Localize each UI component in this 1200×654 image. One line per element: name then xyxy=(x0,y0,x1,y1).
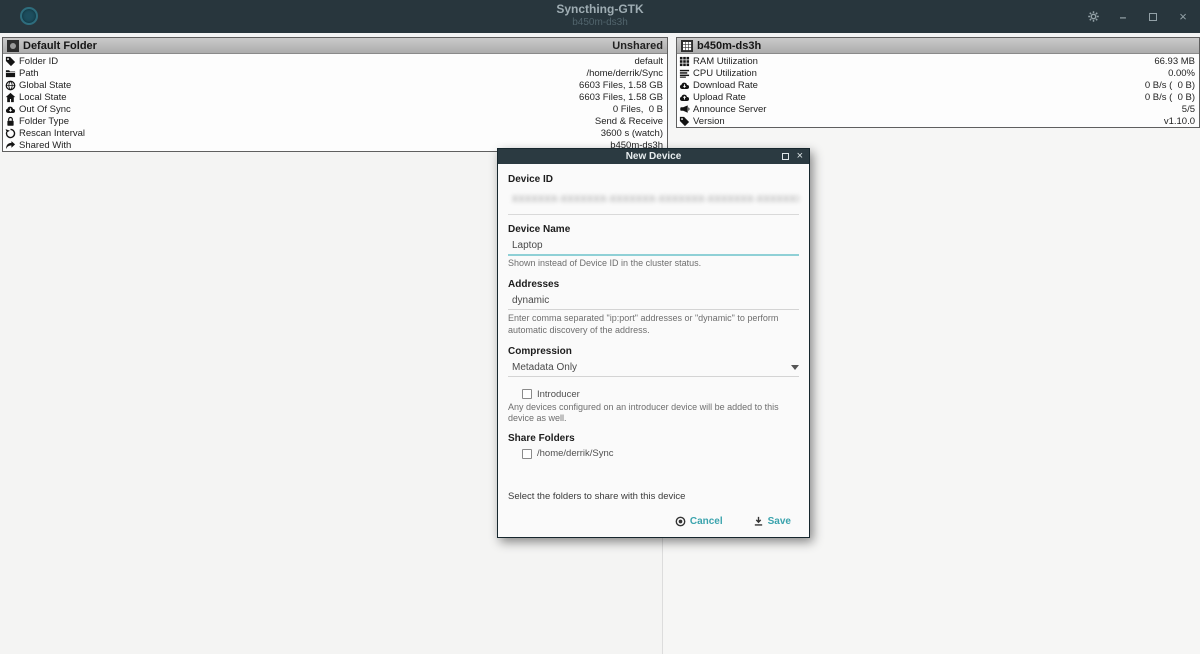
addresses-help: Enter comma separated "ip:port" addresse… xyxy=(508,313,779,335)
device-panel[interactable]: b450m-ds3h RAM Utilization 66.93 MB CPU … xyxy=(676,37,1200,128)
device-name-label: Device Name xyxy=(508,224,571,235)
window-subtitle: b450m-ds3h xyxy=(572,16,628,28)
device-id-field[interactable]: XXXXXXX-XXXXXXX-XXXXXXX-XXXXXXX-XXXXXXX-… xyxy=(508,192,799,207)
chevron-down-icon xyxy=(791,364,799,370)
cancel-icon xyxy=(675,516,686,527)
tag-icon xyxy=(679,116,690,127)
dialog-maximize-icon[interactable] xyxy=(781,153,789,160)
gear-icon[interactable] xyxy=(1086,10,1100,24)
cloud-down-icon xyxy=(5,104,16,115)
cloud-up-icon xyxy=(679,92,690,103)
share-folder-row[interactable]: /home/derrik/Sync xyxy=(508,448,799,459)
share-folder-checkbox[interactable] xyxy=(522,448,532,459)
refresh-icon xyxy=(5,128,16,139)
folder-panel-header[interactable]: Default Folder Unshared xyxy=(3,38,667,54)
table-row: Global State 6603 Files, 1.58 GB xyxy=(3,79,667,91)
folder-status-badge: Unshared xyxy=(612,39,663,52)
save-icon xyxy=(753,516,764,527)
table-row: RAM Utilization 66.93 MB xyxy=(677,55,1199,67)
tag-icon xyxy=(5,56,16,67)
cpu-bars-icon xyxy=(679,68,690,79)
device-name-field[interactable]: Laptop xyxy=(508,238,799,256)
globe-icon xyxy=(5,80,16,91)
table-row: Local State 6603 Files, 1.58 GB xyxy=(3,91,667,103)
folder-status-icon xyxy=(7,39,19,52)
table-row: Rescan Interval 3600 s (watch) xyxy=(3,127,667,139)
lock-icon xyxy=(5,116,16,127)
addresses-field[interactable]: dynamic xyxy=(508,293,799,311)
table-row: Version v1.10.0 xyxy=(677,115,1199,127)
table-row: CPU Utilization 0.00% xyxy=(677,67,1199,79)
new-device-dialog: New Device × Device ID XXXXXXX-XXXXXXX-X… xyxy=(497,148,810,538)
table-row: Folder ID default xyxy=(3,55,667,67)
minimize-icon[interactable]: – xyxy=(1116,10,1130,24)
folder-icon xyxy=(5,68,16,79)
ram-grid-icon xyxy=(679,56,690,67)
share-folders-label: Share Folders xyxy=(508,433,575,445)
table-row: Folder Type Send & Receive xyxy=(3,115,667,127)
close-icon[interactable]: × xyxy=(1176,9,1190,24)
dialog-titlebar: New Device × xyxy=(498,149,809,164)
table-row: Announce Server 5/5 xyxy=(677,103,1199,115)
introducer-checkbox[interactable] xyxy=(522,389,532,400)
table-row: Upload Rate 0 B/s ( 0 B) xyxy=(677,91,1199,103)
home-icon xyxy=(5,92,16,103)
device-icon xyxy=(681,39,693,52)
addresses-label: Addresses xyxy=(508,279,560,291)
dialog-hint: Select the folders to share with this de… xyxy=(508,491,686,502)
device-panel-header[interactable]: b450m-ds3h xyxy=(677,38,1199,54)
introducer-label: Introducer xyxy=(537,388,580,400)
dialog-close-icon[interactable]: × xyxy=(797,151,803,162)
share-folder-path: /home/derrik/Sync xyxy=(537,448,614,460)
folder-title: Default Folder xyxy=(23,39,97,52)
table-row: Path /home/derrik/Sync xyxy=(3,67,667,79)
cancel-button[interactable]: Cancel xyxy=(675,516,723,527)
field-separator xyxy=(508,214,799,215)
device-id-label: Device ID xyxy=(508,174,554,185)
restore-icon[interactable] xyxy=(1146,10,1160,24)
compression-label: Compression xyxy=(508,345,572,357)
folder-panel[interactable]: Default Folder Unshared Folder ID defaul… xyxy=(2,37,668,152)
megaphone-icon xyxy=(679,104,690,115)
save-button[interactable]: Save xyxy=(753,516,791,527)
compression-select[interactable]: Metadata Only xyxy=(508,360,799,377)
share-icon xyxy=(5,140,16,151)
cloud-down-icon xyxy=(679,80,690,91)
table-row: Download Rate 0 B/s ( 0 B) xyxy=(677,79,1199,91)
dialog-title: New Device xyxy=(625,151,682,162)
introducer-checkbox-row[interactable]: Introducer xyxy=(508,389,799,400)
table-row: Out Of Sync 0 Files, 0 B xyxy=(3,103,667,115)
device-name-help: Shown instead of Device ID in the cluste… xyxy=(508,258,702,268)
window-title: Syncthing-GTK xyxy=(556,2,644,16)
introducer-help: Any devices configured on an introducer … xyxy=(508,401,779,423)
device-title: b450m-ds3h xyxy=(697,39,762,52)
window-titlebar: Syncthing-GTK b450m-ds3h – × xyxy=(0,0,1200,33)
